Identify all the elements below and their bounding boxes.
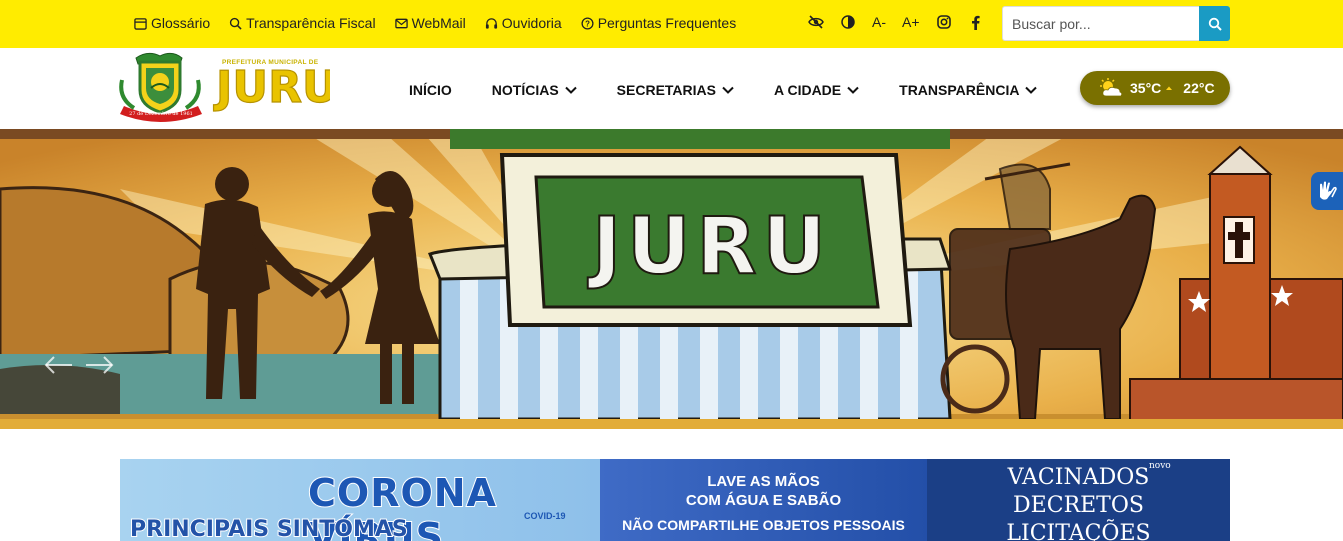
nav-home-label: INÍCIO	[409, 82, 452, 98]
webmail-link[interactable]: WebMail	[394, 15, 466, 31]
weather-min-temp: 22°C	[1183, 80, 1215, 96]
svg-text:?: ?	[585, 19, 590, 28]
weather-widget: 35°C 22°C	[1080, 71, 1230, 105]
search-box	[1002, 6, 1230, 41]
banner-wash-hands: LAVE AS MÃOS	[707, 473, 820, 490]
sign-language-hands-icon	[1320, 181, 1337, 200]
top-bar: Glossário Transparência Fiscal WebMail O…	[0, 0, 1343, 48]
logo-ribbon-text: 27 de Dezembro de 1961	[129, 111, 193, 117]
banner-bids-link[interactable]: LICITAÇÕES	[927, 521, 1230, 541]
arrow-left-icon[interactable]	[44, 355, 74, 375]
hero-carousel: JURU	[0, 129, 1343, 429]
faq-link[interactable]: ? Perguntas Frequentes	[581, 15, 737, 31]
fiscal-transparency-label: Transparência Fiscal	[246, 15, 376, 31]
ombudsman-link[interactable]: Ouvidoria	[485, 15, 562, 31]
nav-city[interactable]: A CIDADE	[774, 82, 859, 98]
logo-title: JURU	[213, 62, 330, 113]
envelope-icon	[394, 18, 408, 28]
banner-right: novo VACINADOS DECRETOS LICITAÇÕES	[927, 459, 1230, 541]
instagram-icon[interactable]	[936, 14, 952, 30]
arrow-right-icon[interactable]	[84, 355, 114, 375]
main-nav: INÍCIO NOTÍCIAS SECRETARIAS A CIDADE TRA…	[409, 82, 1038, 98]
nav-transparency-label: TRANSPARÊNCIA	[899, 82, 1020, 98]
font-increase-button[interactable]: A+	[902, 14, 920, 30]
nav-home[interactable]: INÍCIO	[409, 82, 452, 98]
banner-soap-water: COM ÁGUA E SABÃO	[685, 492, 842, 509]
accessibility-tools: A- A+	[808, 14, 984, 30]
vlibras-button[interactable]	[1311, 172, 1343, 210]
partly-sunny-icon	[1100, 78, 1123, 97]
hero-sign-text: JURU	[587, 202, 832, 292]
eye-slash-icon[interactable]	[808, 14, 824, 30]
headset-icon	[485, 17, 497, 29]
weather-max-temp: 35°C	[1130, 80, 1162, 96]
calendar-icon	[134, 17, 147, 30]
caret-up-icon	[1166, 86, 1173, 90]
faq-label: Perguntas Frequentes	[597, 15, 737, 31]
nav-news[interactable]: NOTÍCIAS	[492, 82, 577, 98]
nav-departments-label: SECRETARIAS	[616, 82, 716, 98]
contrast-icon[interactable]	[840, 14, 856, 30]
chevron-down-icon	[1025, 86, 1038, 94]
banner-no-sharing: NÃO COMPARTILHE OBJETOS PESSOAIS	[622, 517, 905, 533]
nav-city-label: A CIDADE	[773, 82, 842, 98]
top-links: Glossário Transparência Fiscal WebMail O…	[134, 15, 736, 31]
nav-transparency[interactable]: TRANSPARÊNCIA	[899, 82, 1038, 98]
nav-departments[interactable]: SECRETARIAS	[617, 82, 734, 98]
font-decrease-button[interactable]: A-	[872, 14, 886, 30]
main-header: 27 de Dezembro de 1961 PREFEITURA MUNICI…	[0, 48, 1343, 129]
banner-left: CORONA VÍRUS COVID-19 PRINCIPAIS SINTOMA…	[120, 459, 600, 541]
search-icon	[230, 17, 242, 30]
chevron-down-icon	[564, 86, 577, 94]
nav-news-label: NOTÍCIAS	[491, 82, 559, 98]
search-icon	[1208, 17, 1222, 31]
search-input[interactable]	[1002, 6, 1199, 41]
webmail-label: WebMail	[411, 15, 466, 31]
glossary-link[interactable]: Glossário	[134, 15, 210, 31]
ombudsman-label: Ouvidoria	[501, 15, 562, 31]
hero-illustration: JURU	[0, 129, 1343, 429]
covid-banner[interactable]: CORONA VÍRUS COVID-19 PRINCIPAIS SINTOMA…	[120, 459, 1230, 541]
glossary-label: Glossário	[151, 15, 211, 31]
facebook-icon[interactable]	[968, 14, 984, 30]
banner-vaccinated-link[interactable]: VACINADOS	[927, 465, 1230, 490]
search-button[interactable]	[1199, 6, 1230, 41]
banner-subtitle: COVID-19	[524, 511, 566, 521]
city-logo[interactable]: 27 de Dezembro de 1961 PREFEITURA MUNICI…	[118, 50, 338, 122]
banner-symptoms: PRINCIPAIS SINTOMAS	[129, 516, 409, 541]
fiscal-transparency-link[interactable]: Transparência Fiscal	[229, 15, 376, 31]
chevron-down-icon	[722, 86, 734, 94]
banner-decrees-link[interactable]: DECRETOS	[927, 493, 1230, 518]
chevron-down-icon	[847, 86, 859, 94]
banner-middle: LAVE AS MÃOS COM ÁGUA E SABÃO NÃO COMPAR…	[600, 459, 927, 541]
question-circle-icon: ?	[581, 16, 594, 30]
